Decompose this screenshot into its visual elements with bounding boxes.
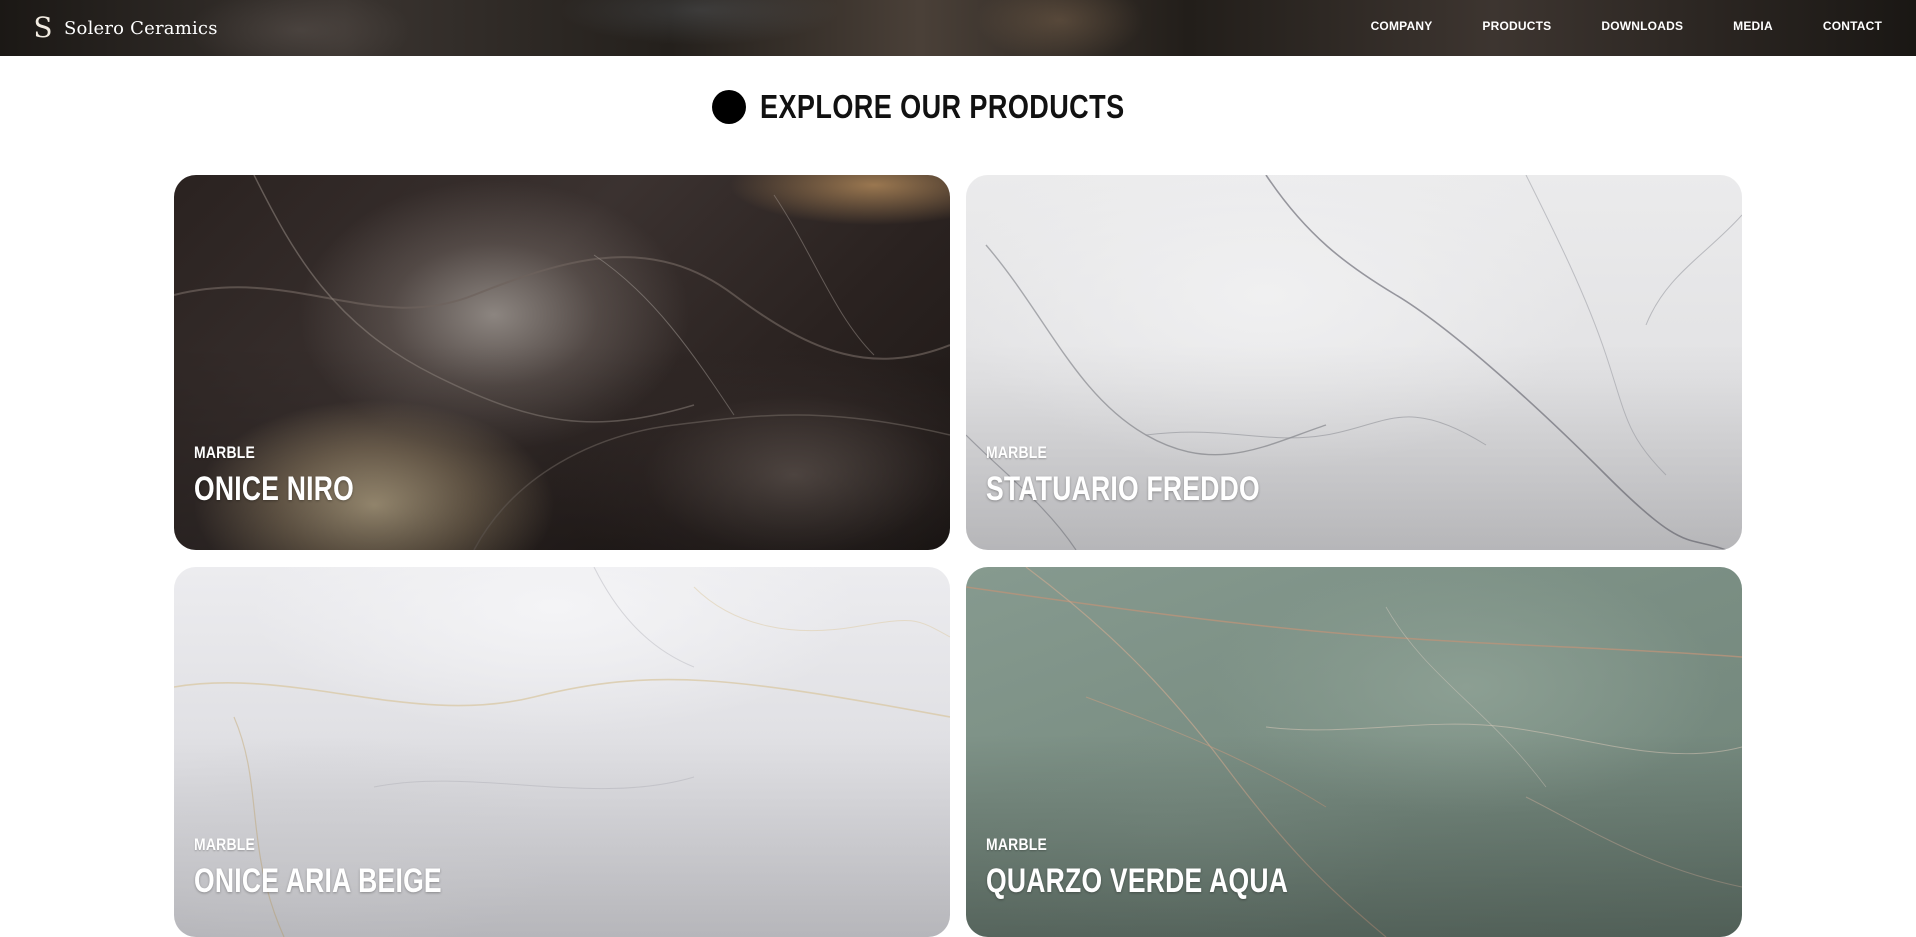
section-heading: EXPLORE OUR PRODUCTS [0,88,1916,126]
product-name: ONICE ARIA BEIGE [194,862,442,900]
product-card-quarzo-verde-aqua[interactable]: MARBLE QUARZO VERDE AQUA [966,567,1742,937]
page-title: EXPLORE OUR PRODUCTS [759,88,1125,125]
site-header: S Solero Ceramics COMPANY PRODUCTS DOWNL… [0,0,1916,56]
brand-name: Solero Ceramics [64,17,218,39]
heading-dot-icon [711,90,746,124]
product-name: QUARZO VERDE AQUA [986,862,1289,900]
brand-monogram-icon: S [33,11,53,44]
product-name: STATUARIO FREDDO [986,470,1260,508]
product-category: MARBLE [986,835,1048,854]
nav-item-products[interactable]: PRODUCTS [1482,19,1551,33]
product-card-statuario-freddo[interactable]: MARBLE STATUARIO FREDDO [966,175,1742,550]
nav-item-company[interactable]: COMPANY [1371,19,1433,33]
nav-item-media[interactable]: MEDIA [1733,19,1773,33]
nav-item-downloads[interactable]: DOWNLOADS [1601,19,1683,33]
product-category: MARBLE [986,443,1048,462]
brand-logo-link[interactable]: S Solero Ceramics [30,10,218,46]
product-card-onice-aria-beige[interactable]: MARBLE ONICE ARIA BEIGE [174,567,950,937]
nav-item-contact[interactable]: CONTACT [1823,19,1882,33]
main-nav: COMPANY PRODUCTS DOWNLOADS MEDIA CONTACT [1321,0,1882,52]
product-category: MARBLE [194,835,256,854]
product-card-onice-niro[interactable]: MARBLE ONICE NIRO [174,175,950,550]
product-name: ONICE NIRO [194,470,354,508]
product-category: MARBLE [194,443,256,462]
